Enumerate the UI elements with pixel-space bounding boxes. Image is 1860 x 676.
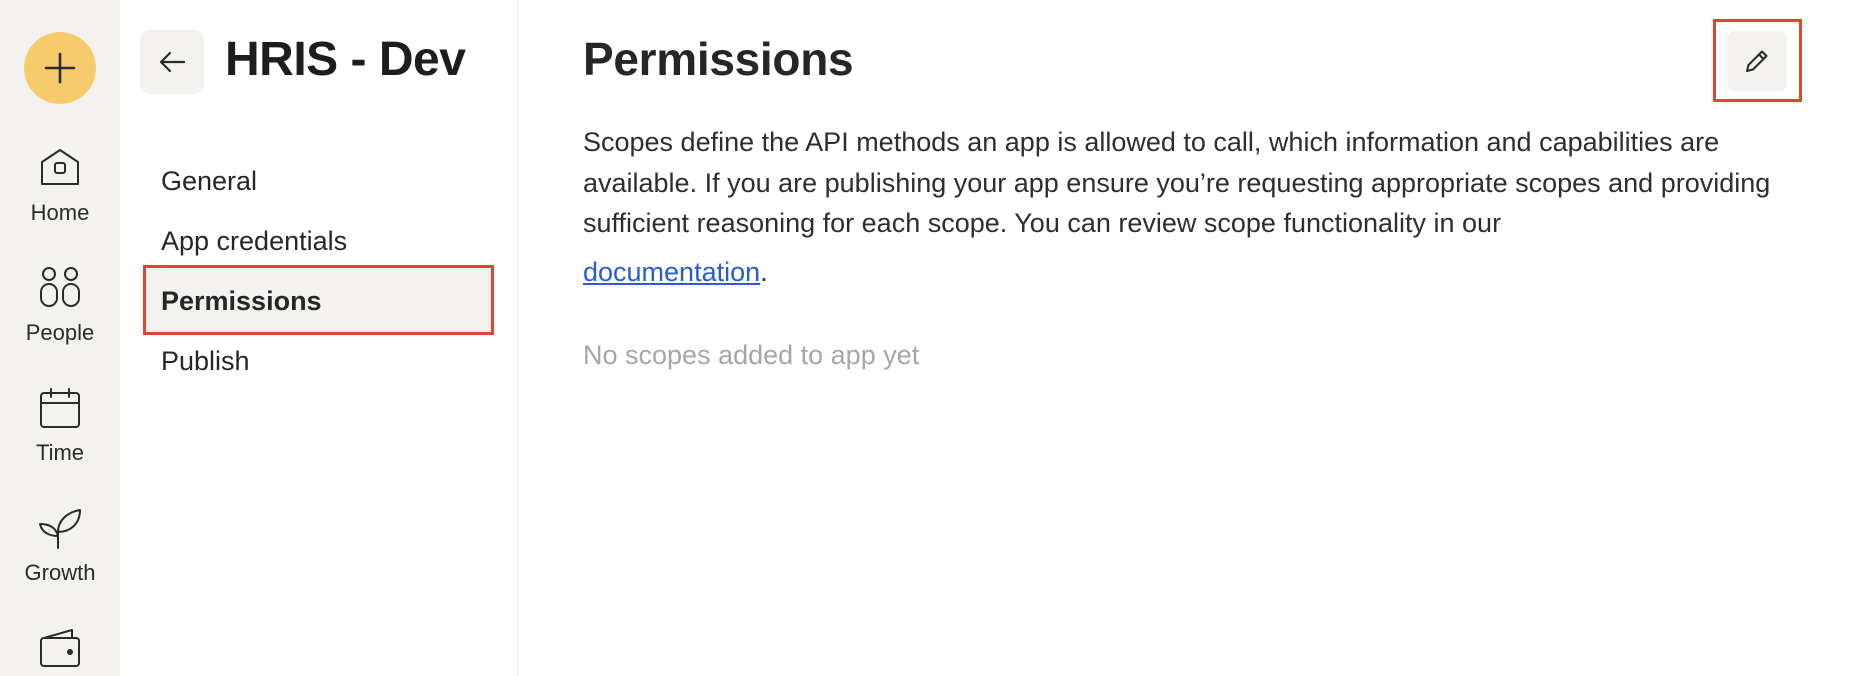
nav-item-general[interactable]: General (144, 149, 494, 213)
nav-item-publish[interactable]: Publish (144, 329, 494, 393)
people-icon (38, 266, 82, 310)
nav-item-permissions[interactable]: Permissions (144, 269, 494, 333)
wallet-icon (38, 626, 82, 670)
home-icon (38, 146, 82, 190)
add-button[interactable] (24, 32, 96, 104)
description-text: Scopes define the API methods an app is … (583, 127, 1771, 238)
page-title: Permissions (583, 33, 854, 85)
main-content: Permissions Scopes define the API method… (518, 0, 1860, 676)
rail-item-home[interactable]: Home (0, 146, 120, 226)
back-button[interactable] (140, 30, 204, 94)
rail-item-people[interactable]: People (0, 266, 120, 346)
empty-state-text: No scopes added to app yet (583, 340, 920, 370)
documentation-suffix: . (760, 256, 768, 287)
edit-button[interactable] (1727, 31, 1787, 91)
app-rail: Home People Time Growth (0, 0, 120, 676)
rail-item-wallet[interactable] (0, 626, 120, 670)
permissions-description: Scopes define the API methods an app is … (583, 122, 1783, 292)
rail-label-home: Home (30, 200, 90, 225)
rail-label-people: People (25, 320, 95, 345)
calendar-icon (38, 386, 82, 430)
app-title: HRIS - Dev (225, 33, 466, 86)
sprout-icon (38, 506, 82, 550)
pencil-icon (1746, 50, 1768, 72)
app-settings-sidebar: HRIS - Dev General App credentials Permi… (120, 0, 518, 676)
rail-label-growth: Growth (24, 560, 96, 585)
arrow-left-icon (159, 51, 186, 73)
rail-item-growth[interactable]: Growth (0, 506, 120, 586)
documentation-link[interactable]: documentation (583, 257, 760, 287)
documentation-line: documentation. (583, 252, 1783, 293)
plus-icon (44, 52, 76, 84)
nav-item-app-credentials[interactable]: App credentials (144, 209, 494, 273)
rail-label-time: Time (35, 440, 85, 465)
rail-item-time[interactable]: Time (0, 386, 120, 466)
